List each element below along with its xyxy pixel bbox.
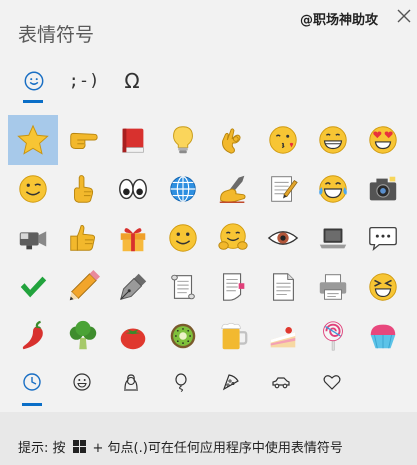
- panel-title: 表情符号: [18, 24, 95, 46]
- tab-smileys[interactable]: [64, 366, 100, 398]
- emoji-page-with-curl[interactable]: [208, 262, 258, 312]
- emoji-backhand-index-right[interactable]: [58, 115, 108, 165]
- balloon-outline-icon: [175, 373, 187, 392]
- emoji-writing-hand[interactable]: [208, 164, 258, 214]
- clock-icon: [23, 373, 41, 391]
- emoji-winking-face[interactable]: [8, 164, 58, 214]
- emoji-memo[interactable]: [258, 164, 308, 214]
- emoji-beer-mug[interactable]: [208, 311, 258, 361]
- tab-kaomoji[interactable]: ;-): [64, 58, 104, 104]
- tab-people[interactable]: [113, 366, 149, 398]
- emoji-eye[interactable]: [258, 213, 308, 263]
- emoji-tomato[interactable]: [108, 311, 158, 361]
- tab-food[interactable]: [213, 366, 249, 398]
- emoji-smiling-face[interactable]: [158, 213, 208, 263]
- emoji-face-blowing-kiss[interactable]: [258, 115, 308, 165]
- emoji-scroll[interactable]: [158, 262, 208, 312]
- emoji-hot-pepper[interactable]: [8, 311, 58, 361]
- emoji-lollipop[interactable]: [308, 311, 358, 361]
- emoji-camera-with-flash[interactable]: [358, 164, 408, 214]
- emoji-ok-hand[interactable]: [208, 115, 258, 165]
- category-tabs: ;-) Ω: [0, 58, 417, 104]
- emoji-hugging-face[interactable]: [208, 213, 258, 263]
- emoji-light-bulb[interactable]: [158, 115, 208, 165]
- emoji-star[interactable]: [8, 115, 58, 165]
- emoji-laptop[interactable]: [308, 213, 358, 263]
- heart-outline-icon: [323, 375, 341, 390]
- emoji-grid: [8, 115, 408, 361]
- emoji-eyes[interactable]: [108, 164, 158, 214]
- emoji-speech-balloon[interactable]: [358, 213, 408, 263]
- emoji-globe-with-meridians[interactable]: [158, 164, 208, 214]
- active-tab-indicator: [23, 100, 43, 103]
- watermark-text: @职场神助攻: [300, 13, 379, 28]
- tab-symbols[interactable]: Ω: [112, 58, 152, 104]
- emoji-grinning-face[interactable]: [308, 115, 358, 165]
- emoji-red-book[interactable]: [108, 115, 158, 165]
- active-category-indicator: [22, 403, 42, 406]
- emoji-shortcake[interactable]: [258, 311, 308, 361]
- tab-recent[interactable]: [14, 366, 50, 398]
- emoji-heart-eyes-face[interactable]: [358, 115, 408, 165]
- emoji-fountain-pen-nib[interactable]: [108, 262, 158, 312]
- emoji-index-pointing-up[interactable]: [58, 164, 108, 214]
- emoji-video-camera[interactable]: [8, 213, 58, 263]
- kaomoji-tab-label: ;-): [68, 71, 100, 91]
- car-outline-icon: [272, 377, 290, 389]
- hint-suffix: + 句点(.)可在任何应用程序中使用表情符号: [92, 441, 343, 456]
- emoji-page-facing-up[interactable]: [258, 262, 308, 312]
- tab-celebration[interactable]: [163, 366, 199, 398]
- emoji-check-mark[interactable]: [8, 262, 58, 312]
- smiley-outline-icon: [73, 373, 91, 391]
- emoji-shaved-ice[interactable]: [358, 311, 408, 361]
- emoji-panel: 表情符号 @职场神助攻 ;-) Ω 提示: 按 + 句点(.)可在任何应用程序中…: [0, 0, 417, 465]
- symbols-tab-label: Ω: [124, 69, 140, 93]
- tab-symbols-hearts[interactable]: [314, 366, 350, 398]
- emoji-squinting-face[interactable]: [358, 262, 408, 312]
- person-outline-icon: [124, 374, 138, 391]
- emoji-wrapped-gift[interactable]: [108, 213, 158, 263]
- pizza-outline-icon: [222, 374, 239, 391]
- emoji-printer[interactable]: [308, 262, 358, 312]
- hint-text: 提示: 按 + 句点(.)可在任何应用程序中使用表情符号: [18, 437, 343, 456]
- tab-travel[interactable]: [263, 366, 299, 398]
- smiley-face-icon: [24, 71, 44, 91]
- emoji-kiwi-fruit[interactable]: [158, 311, 208, 361]
- tab-emoji[interactable]: [14, 58, 54, 104]
- emoji-category-tabs: [0, 362, 417, 408]
- emoji-thumbs-up[interactable]: [58, 213, 108, 263]
- emoji-broccoli[interactable]: [58, 311, 108, 361]
- hint-prefix: 提示: 按: [18, 441, 66, 456]
- emoji-pencil[interactable]: [58, 262, 108, 312]
- close-icon[interactable]: [392, 4, 416, 28]
- windows-logo-icon: [72, 440, 86, 453]
- emoji-face-with-tears-of-joy[interactable]: [308, 164, 358, 214]
